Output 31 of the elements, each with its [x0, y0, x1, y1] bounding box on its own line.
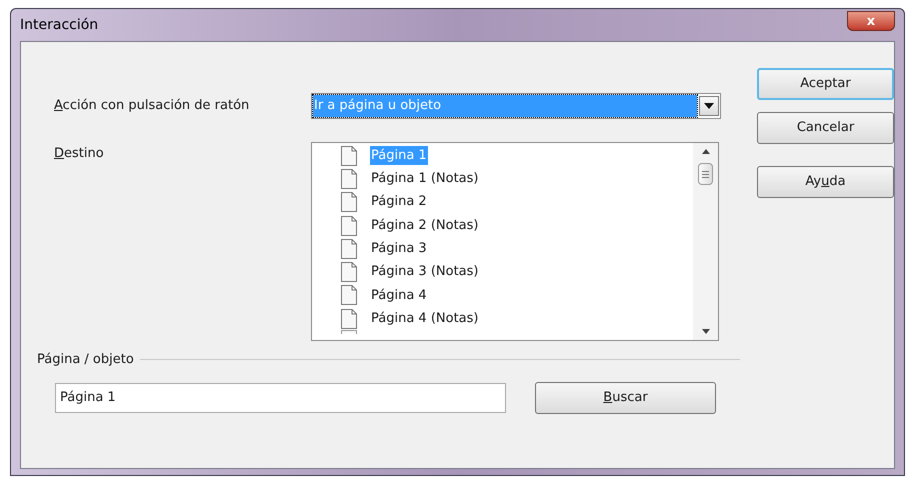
destination-label: Destino — [54, 145, 105, 162]
dropdown-value: Ir a página u objeto — [313, 95, 697, 117]
window-title: Interacción — [20, 16, 98, 34]
page-icon — [341, 238, 357, 259]
page-icon — [341, 262, 357, 282]
page-icon — [341, 285, 357, 306]
list-item[interactable]: Página 3 (Notas) — [370, 262, 480, 282]
list-item[interactable]: Página 2 — [370, 192, 428, 212]
list-item[interactable]: Página 2 (Notas) — [370, 216, 480, 236]
dialog-button[interactable]: Aceptar — [757, 68, 894, 100]
scroll-up-icon[interactable] — [702, 149, 710, 154]
action-label: Acción con pulsación de ratón — [54, 97, 250, 116]
page-icon — [341, 146, 357, 166]
scrollbar[interactable] — [693, 143, 718, 340]
list-item[interactable]: Página 1 (Notas) — [370, 169, 480, 189]
list-item[interactable]: Página 4 — [370, 286, 428, 306]
list-item[interactable]: Página 4 (Notas) — [370, 308, 480, 328]
list-item[interactable]: Página 3 — [370, 239, 428, 259]
dialog-button[interactable]: Ayuda — [757, 166, 894, 198]
page-icon — [341, 192, 357, 212]
close-button[interactable]: x — [847, 11, 895, 31]
scroll-thumb[interactable] — [698, 163, 713, 185]
page-icon — [341, 216, 357, 236]
group-label: Página / objeto — [37, 351, 134, 369]
dialog-button[interactable]: Cancelar — [757, 112, 894, 144]
search-button[interactable]: Buscar — [535, 382, 716, 414]
dropdown-arrow-button[interactable] — [699, 96, 719, 116]
page-input-field[interactable]: Página 1 — [55, 382, 506, 412]
caret-icon — [704, 103, 714, 109]
page-icon — [341, 168, 357, 189]
scroll-down-icon[interactable] — [702, 329, 710, 334]
